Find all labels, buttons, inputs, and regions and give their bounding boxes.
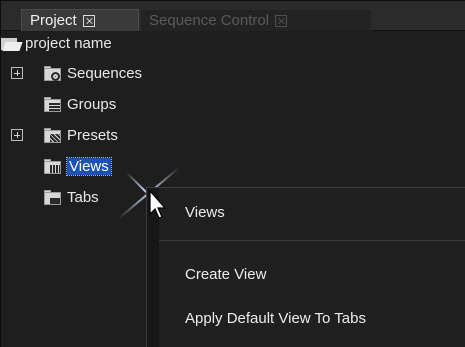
close-icon[interactable]: [82, 14, 95, 27]
tree-item-sequences[interactable]: Sequences: [44, 62, 142, 84]
tree-item-sequences-label: Sequences: [67, 64, 143, 82]
project-window: Project Sequence Control project name Se…: [0, 0, 465, 347]
tree-item-tabs[interactable]: Tabs: [44, 186, 99, 208]
tree-item-views-label: Views: [66, 156, 112, 176]
sequences-folder-icon: [44, 65, 62, 81]
context-menu: Views Create View Apply Default View To …: [146, 187, 465, 347]
context-menu-title: Views: [185, 204, 225, 221]
tree-item-tabs-label: Tabs: [67, 188, 99, 206]
tab-sequence-control[interactable]: Sequence Control: [140, 9, 372, 31]
expand-sequences-icon[interactable]: [11, 67, 23, 79]
expand-presets-icon[interactable]: [11, 129, 23, 141]
tabs-folder-icon: [44, 189, 62, 205]
tree-root-label: project name: [25, 34, 112, 52]
close-icon[interactable]: [275, 14, 288, 27]
tree-item-groups-label: Groups: [67, 95, 117, 113]
groups-folder-icon: [44, 96, 62, 112]
tree-item-presets[interactable]: Presets: [44, 124, 118, 146]
menu-separator: [159, 240, 465, 241]
tree-item-presets-label: Presets: [67, 126, 118, 144]
presets-folder-icon: [44, 127, 62, 143]
tab-project-label: Project: [30, 12, 77, 29]
views-folder-icon: [44, 158, 62, 174]
tab-bar: Project Sequence Control: [1, 1, 465, 31]
tree-item-views[interactable]: Views: [44, 155, 112, 177]
tree-root[interactable]: project name: [1, 32, 112, 54]
open-folder-icon: [1, 36, 23, 51]
mouse-pointer-icon: [149, 190, 167, 219]
tab-sequence-control-label: Sequence Control: [149, 12, 270, 29]
create-view-menu-item[interactable]: Create View: [185, 266, 266, 283]
tab-project[interactable]: Project: [21, 9, 139, 31]
tree-item-groups[interactable]: Groups: [44, 93, 116, 115]
apply-default-view-menu-item[interactable]: Apply Default View To Tabs: [185, 310, 366, 327]
